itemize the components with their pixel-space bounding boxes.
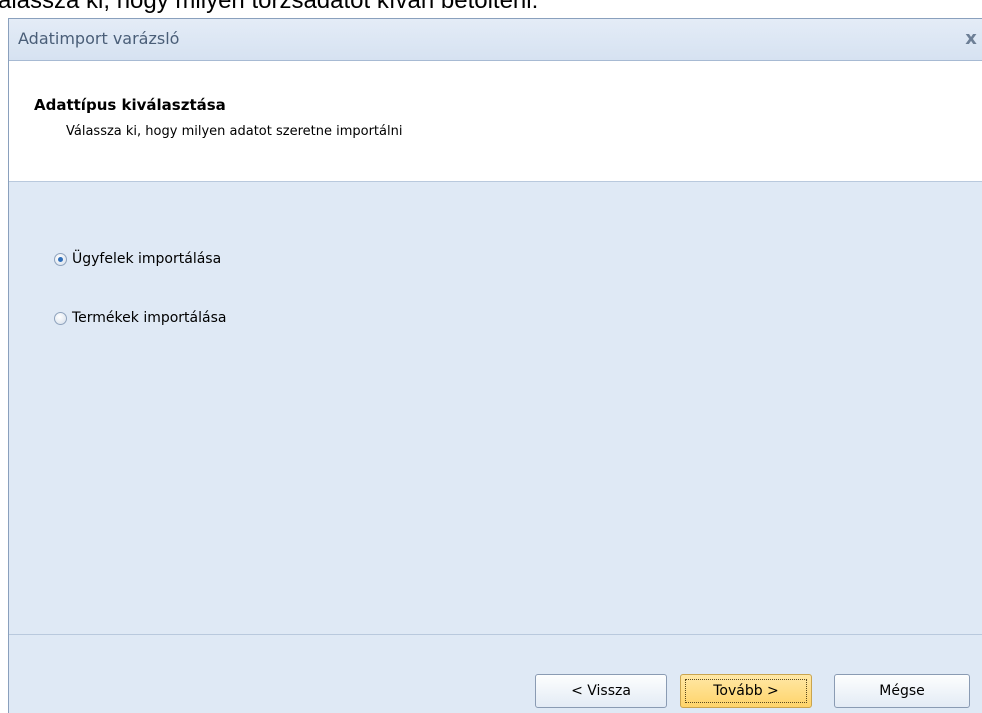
window-title: Adatimport varázsló xyxy=(18,29,180,48)
radio-option-products[interactable]: Termékek importálása xyxy=(54,307,226,329)
next-button-label: Tovább > xyxy=(713,683,779,699)
wizard-footer: < Vissza Tovább > Mégse xyxy=(9,634,982,713)
page-subtitle: Válassza ki, hogy milyen adatot szeretne… xyxy=(66,124,403,139)
radio-checked-icon[interactable] xyxy=(54,252,67,266)
background-caption-fragment: álassza ki, hogy milyen törzsadatot kívá… xyxy=(0,0,539,14)
radio-label-customers[interactable]: Ügyfelek importálása xyxy=(72,251,221,267)
radio-unchecked-icon[interactable] xyxy=(54,311,67,325)
radio-option-customers[interactable]: Ügyfelek importálása xyxy=(54,248,221,270)
cancel-button[interactable]: Mégse xyxy=(834,674,970,708)
title-bar[interactable]: Adatimport varázsló x xyxy=(9,19,982,61)
page-title: Adattípus kiválasztása xyxy=(34,96,226,114)
back-button[interactable]: < Vissza xyxy=(535,674,667,708)
close-icon[interactable]: x xyxy=(960,28,982,50)
radio-label-products[interactable]: Termékek importálása xyxy=(72,310,226,326)
import-wizard-dialog: Adatimport varázsló x Adattípus kiválasz… xyxy=(8,18,982,713)
wizard-header: Adattípus kiválasztása Válassza ki, hogy… xyxy=(9,61,982,182)
next-button[interactable]: Tovább > xyxy=(680,674,812,708)
wizard-content: Ügyfelek importálása Termékek importálás… xyxy=(9,182,982,634)
